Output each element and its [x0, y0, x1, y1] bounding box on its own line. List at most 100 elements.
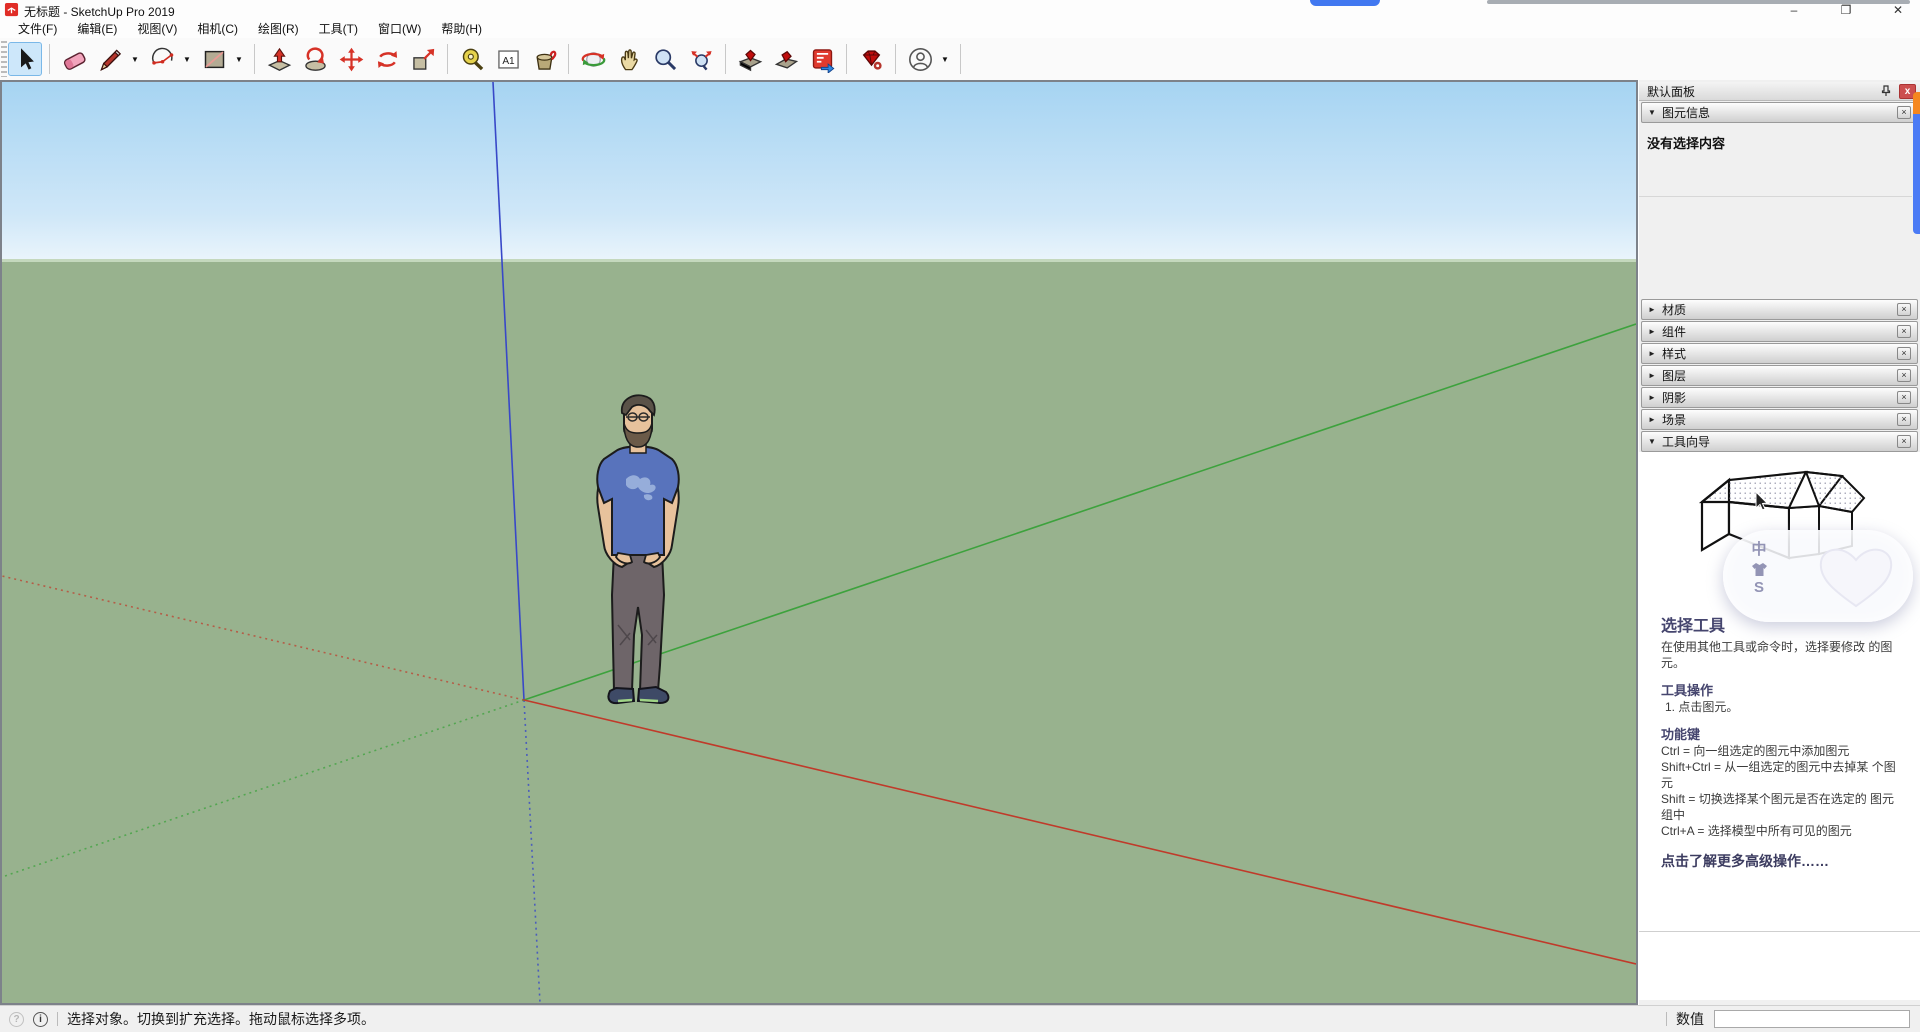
text-a1-icon: A1 — [495, 46, 522, 73]
menu-view[interactable]: 视图(V) — [127, 20, 187, 38]
zoom-extents-icon — [688, 46, 715, 73]
section-close-icon[interactable]: × — [1897, 303, 1911, 316]
ime-floating-widget[interactable]: 中 S — [1723, 530, 1913, 622]
eraser-tool-button[interactable] — [57, 42, 91, 76]
section-close-icon[interactable]: × — [1897, 391, 1911, 404]
select-tool-button[interactable] — [8, 42, 42, 76]
rotate-tool-button[interactable] — [370, 42, 404, 76]
help-status-icon[interactable]: ? — [9, 1012, 24, 1027]
modifier-list: Ctrl = 向一组选定的图元中添加图元 Shift+Ctrl = 从一组选定的… — [1661, 743, 1901, 839]
instructor-body: 中 S 选择工具 在使用其他工具或命令时，选择要修改 的图元。 工具操作 1. … — [1639, 452, 1920, 1000]
svg-text:A1: A1 — [502, 55, 515, 66]
scale-icon — [410, 46, 437, 73]
overlay-blue-pill — [1310, 0, 1380, 6]
section-materials[interactable]: ► 材质 × — [1641, 299, 1918, 320]
extension-warehouse-button[interactable] — [854, 42, 888, 76]
menu-edit[interactable]: 编辑(E) — [67, 20, 127, 38]
info-status-icon[interactable]: i — [33, 1012, 48, 1027]
zoom-tool-button[interactable] — [648, 42, 682, 76]
share-model-icon — [773, 46, 800, 73]
3d-warehouse-button[interactable] — [733, 42, 767, 76]
line-tool-dropdown[interactable]: ▼ — [128, 42, 142, 76]
collapsed-arrow-icon: ► — [1648, 305, 1662, 314]
section-components[interactable]: ► 组件 × — [1641, 321, 1918, 342]
eraser-icon — [61, 46, 88, 73]
send-to-layout-button[interactable] — [805, 42, 839, 76]
section-shadows[interactable]: ► 阴影 × — [1641, 387, 1918, 408]
ime-chinese-mode[interactable]: 中 — [1751, 538, 1766, 562]
restore-button[interactable]: ❐ — [1824, 0, 1868, 20]
instructor-heading: 选择工具 — [1661, 617, 1901, 637]
toolbar: ▼ ▼ ▼ — [0, 38, 1920, 80]
instructor-description: 在使用其他工具或命令时，选择要修改 的图元。 — [1661, 639, 1901, 671]
menu-window[interactable]: 窗口(W) — [368, 20, 431, 38]
follow-me-tool-button[interactable] — [298, 42, 332, 76]
text-tool-button[interactable]: A1 — [491, 42, 525, 76]
entity-info-empty-text: 没有选择内容 — [1639, 123, 1920, 152]
collapsed-arrow-icon: ► — [1648, 415, 1662, 424]
share-model-button[interactable] — [769, 42, 803, 76]
menu-draw[interactable]: 绘图(R) — [248, 20, 309, 38]
operation-step: 1. 点击图元。 — [1661, 699, 1901, 715]
section-layers[interactable]: ► 图层 × — [1641, 365, 1918, 386]
move-icon — [338, 46, 365, 73]
measurements-input[interactable] — [1714, 1010, 1910, 1028]
section-close-icon[interactable]: × — [1897, 369, 1911, 382]
tape-measure-tool-button[interactable] — [455, 42, 489, 76]
move-tool-button[interactable] — [334, 42, 368, 76]
ime-sogou-s[interactable]: S — [1754, 577, 1764, 599]
ime-button-column: 中 S — [1749, 538, 1769, 599]
section-close-icon[interactable]: × — [1897, 435, 1911, 448]
section-styles[interactable]: ► 样式 × — [1641, 343, 1918, 364]
modifier-item: Shift = 切换选择某个图元是否在选定的 图元组中 — [1661, 791, 1901, 823]
edge-docked-strip-orange[interactable] — [1913, 92, 1920, 114]
line-tool-button[interactable] — [93, 42, 127, 76]
menu-camera[interactable]: 相机(C) — [187, 20, 248, 38]
section-label: 图元信息 — [1662, 104, 1897, 121]
section-entity-info[interactable]: ▼ 图元信息 × — [1641, 102, 1918, 123]
zoom-extents-tool-button[interactable] — [684, 42, 718, 76]
orbit-tool-button[interactable] — [576, 42, 610, 76]
push-pull-icon — [266, 46, 293, 73]
collapsed-arrow-icon: ► — [1648, 327, 1662, 336]
scale-tool-button[interactable] — [406, 42, 440, 76]
menu-tools[interactable]: 工具(T) — [309, 20, 368, 38]
ime-skin-shirt-icon[interactable] — [1751, 562, 1768, 577]
section-close-icon[interactable]: × — [1897, 106, 1911, 119]
expanded-arrow-icon: ▼ — [1648, 437, 1662, 446]
section-close-icon[interactable]: × — [1897, 413, 1911, 426]
follow-me-icon — [302, 46, 329, 73]
menu-file[interactable]: 文件(F) — [8, 20, 67, 38]
toolbar-drag-handle[interactable] — [1, 41, 7, 77]
section-instructor[interactable]: ▼ 工具向导 × — [1641, 431, 1918, 452]
edge-docked-strip-blue[interactable] — [1913, 114, 1920, 234]
sign-in-dropdown[interactable]: ▼ — [938, 42, 952, 76]
pencil-icon — [97, 46, 124, 73]
paint-bucket-tool-button[interactable] — [527, 42, 561, 76]
modifier-item: Shift+Ctrl = 从一组选定的图元中去掉某 个图元 — [1661, 759, 1901, 791]
horizon-line — [2, 259, 1636, 262]
advanced-operations-link[interactable]: 点击了解更多高级操作…… — [1661, 853, 1901, 869]
push-pull-tool-button[interactable] — [262, 42, 296, 76]
arc-tool-button[interactable] — [145, 42, 179, 76]
sign-in-button[interactable] — [903, 42, 937, 76]
minimize-button[interactable]: – — [1772, 0, 1816, 20]
pan-tool-button[interactable] — [612, 42, 646, 76]
modifier-item: Ctrl+A = 选择模型中所有可见的图元 — [1661, 823, 1901, 839]
section-close-icon[interactable]: × — [1897, 325, 1911, 338]
section-scenes[interactable]: ► 场景 × — [1641, 409, 1918, 430]
section-close-icon[interactable]: × — [1897, 347, 1911, 360]
collapsed-arrow-icon: ► — [1648, 371, 1662, 380]
close-button[interactable]: ✕ — [1876, 0, 1920, 20]
rectangle-tool-dropdown[interactable]: ▼ — [232, 42, 246, 76]
menu-help[interactable]: 帮助(H) — [431, 20, 492, 38]
rectangle-tool-button[interactable] — [197, 42, 231, 76]
model-viewport[interactable] — [0, 80, 1638, 1005]
arc-tool-dropdown[interactable]: ▼ — [180, 42, 194, 76]
divider — [1639, 196, 1912, 197]
scene-canvas — [2, 82, 1636, 1003]
auto-hide-pin-icon[interactable] — [1879, 84, 1893, 98]
3d-warehouse-icon — [737, 46, 764, 73]
section-label: 阴影 — [1662, 389, 1897, 406]
section-label: 场景 — [1662, 411, 1897, 428]
